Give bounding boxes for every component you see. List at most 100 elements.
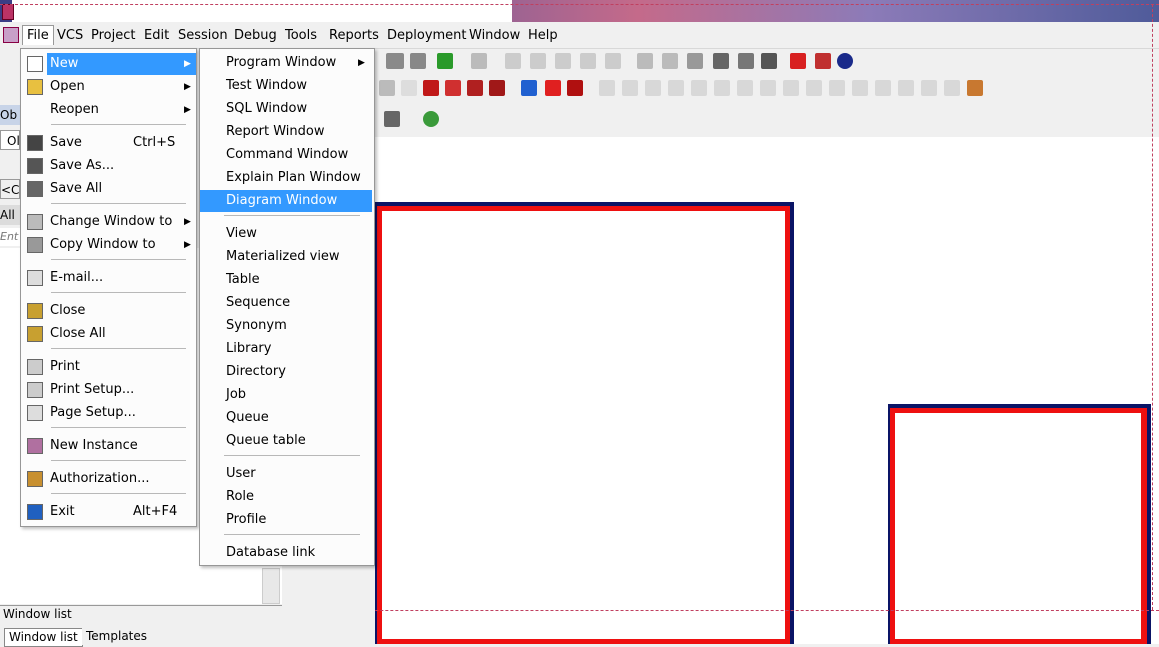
- step-icon-16[interactable]: [944, 80, 960, 96]
- replace-icon[interactable]: [410, 53, 426, 69]
- entry-field[interactable]: Ent: [0, 228, 20, 246]
- compile-icon[interactable]: [379, 80, 395, 96]
- diagram-box-1[interactable]: [382, 211, 785, 639]
- file-menu-item-copy-window-to[interactable]: Copy Window to ▶: [21, 234, 194, 256]
- split-icon[interactable]: [761, 53, 777, 69]
- diagram-canvas[interactable]: [375, 137, 1159, 644]
- new-menu-item-report-window[interactable]: Report Window: [200, 121, 372, 143]
- step-icon-7[interactable]: [737, 80, 753, 96]
- breakpoint-remove-icon[interactable]: [467, 80, 483, 96]
- ob-tab[interactable]: Ob: [0, 105, 20, 125]
- new-menu-item-table[interactable]: Table: [200, 269, 372, 291]
- new-menu-item-sql-window[interactable]: SQL Window: [200, 98, 372, 120]
- file-menu-item-close[interactable]: Close: [21, 300, 194, 322]
- new-menu-item-command-window[interactable]: Command Window: [200, 144, 372, 166]
- file-menu-item-open[interactable]: Open ▶: [21, 76, 194, 98]
- file-menu-item-new-instance[interactable]: New Instance: [21, 435, 194, 457]
- file-menu-item-close-all[interactable]: Close All: [21, 323, 194, 345]
- step-icon-5[interactable]: [691, 80, 707, 96]
- file-menu-item-reopen[interactable]: Reopen ▶: [21, 99, 194, 121]
- new-menu-item-queue-table[interactable]: Queue table: [200, 430, 372, 452]
- step-icon-11[interactable]: [829, 80, 845, 96]
- stop-icon[interactable]: [567, 80, 583, 96]
- tree-scrollbar[interactable]: [262, 568, 280, 604]
- menu-project[interactable]: Project: [91, 28, 135, 43]
- debug-hand-icon[interactable]: [967, 80, 983, 96]
- new-menu-item-database-link[interactable]: Database link: [200, 542, 372, 564]
- back-button[interactable]: <C: [0, 179, 20, 199]
- step-icon-6[interactable]: [714, 80, 730, 96]
- cascade-icon[interactable]: [662, 53, 678, 69]
- new-menu-item-queue[interactable]: Queue: [200, 407, 372, 429]
- step-icon-15[interactable]: [921, 80, 937, 96]
- new-menu-item-program-window[interactable]: Program Window ▶: [200, 52, 372, 74]
- file-menu-item-save-as[interactable]: Save As...: [21, 155, 194, 177]
- ol-field[interactable]: Ol: [0, 130, 20, 150]
- new-menu-item-diagram-window[interactable]: Diagram Window: [200, 190, 372, 212]
- new-menu-item-job[interactable]: Job: [200, 384, 372, 406]
- info-icon[interactable]: [837, 53, 853, 69]
- new-menu-item-test-window[interactable]: Test Window: [200, 75, 372, 97]
- all-filter[interactable]: All: [0, 205, 20, 225]
- file-menu-item-exit[interactable]: Exit Alt+F4: [21, 501, 194, 523]
- step-into-icon[interactable]: [599, 80, 615, 96]
- file-menu-item-save[interactable]: Save Ctrl+S: [21, 132, 194, 154]
- find-icon[interactable]: [386, 53, 404, 69]
- oracle-icon[interactable]: [790, 53, 806, 69]
- new-menu-item-synonym[interactable]: Synonym: [200, 315, 372, 337]
- file-menu-item-new[interactable]: New ▶: [27, 53, 196, 75]
- step-out-icon[interactable]: [645, 80, 661, 96]
- menu-edit[interactable]: Edit: [144, 28, 169, 43]
- file-menu-item-page-setup[interactable]: Page Setup...: [21, 402, 194, 424]
- uncomment-icon[interactable]: [580, 53, 596, 69]
- menu-debug[interactable]: Debug: [234, 28, 277, 43]
- new-menu-item-user[interactable]: User: [200, 463, 372, 485]
- new-menu-item-materialized-view[interactable]: Materialized view: [200, 246, 372, 268]
- file-menu-item-save-all[interactable]: Save All: [21, 178, 194, 200]
- menu-tools[interactable]: Tools: [285, 28, 317, 43]
- diagram-box-2[interactable]: [895, 413, 1141, 639]
- menu-reports[interactable]: Reports: [329, 28, 379, 43]
- comment-icon[interactable]: [555, 53, 571, 69]
- windows-icon[interactable]: [713, 53, 729, 69]
- file-menu-item-e-mail[interactable]: E-mail...: [21, 267, 194, 289]
- menu-session[interactable]: Session: [178, 28, 228, 43]
- new-menu-item-profile[interactable]: Profile: [200, 509, 372, 531]
- eraser-icon[interactable]: [401, 80, 417, 96]
- file-menu-item-authorization[interactable]: Authorization...: [21, 468, 194, 490]
- tile-icon[interactable]: [637, 53, 653, 69]
- menu-help[interactable]: Help: [528, 28, 558, 43]
- new-menu-item-sequence[interactable]: Sequence: [200, 292, 372, 314]
- breakpoint-clear-icon[interactable]: [489, 80, 505, 96]
- tab-templates[interactable]: Templates: [82, 628, 152, 645]
- new-menu-item-library[interactable]: Library: [200, 338, 372, 360]
- back-icon[interactable]: [437, 53, 453, 69]
- layout-icon[interactable]: [738, 53, 754, 69]
- menu-deployment[interactable]: Deployment: [387, 28, 467, 43]
- arrow-right-red-icon[interactable]: [545, 80, 561, 96]
- run-to-icon[interactable]: [668, 80, 684, 96]
- tab-window-list[interactable]: Window list: [4, 628, 83, 647]
- arrow-right-blue-icon[interactable]: [521, 80, 537, 96]
- indent-icon[interactable]: [505, 53, 521, 69]
- step-icon-9[interactable]: [783, 80, 799, 96]
- forward-icon[interactable]: [471, 53, 487, 69]
- file-menu-item-change-window-to[interactable]: Change Window to ▶: [21, 211, 194, 233]
- unindent-icon[interactable]: [530, 53, 546, 69]
- step-icon-12[interactable]: [852, 80, 868, 96]
- menu-vcs[interactable]: VCS: [57, 28, 83, 43]
- arrange-icon[interactable]: [687, 53, 703, 69]
- step-icon-8[interactable]: [760, 80, 776, 96]
- breakpoint-icon[interactable]: [423, 80, 439, 96]
- step-icon-14[interactable]: [898, 80, 914, 96]
- step-icon-10[interactable]: [806, 80, 822, 96]
- file-menu-item-print-setup[interactable]: Print Setup...: [21, 379, 194, 401]
- new-menu-item-explain-plan-window[interactable]: Explain Plan Window: [200, 167, 372, 189]
- step-over-icon[interactable]: [622, 80, 638, 96]
- print-toolbar-icon[interactable]: [384, 111, 400, 127]
- diagram-tool-icon[interactable]: [423, 111, 439, 127]
- menu-window[interactable]: Window: [469, 28, 520, 43]
- uppercase-icon[interactable]: [605, 53, 621, 69]
- step-icon-13[interactable]: [875, 80, 891, 96]
- new-menu-item-directory[interactable]: Directory: [200, 361, 372, 383]
